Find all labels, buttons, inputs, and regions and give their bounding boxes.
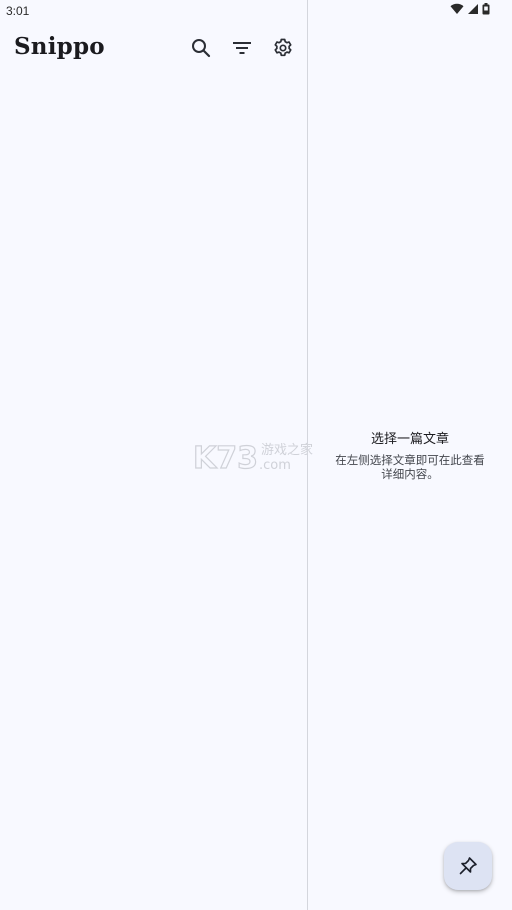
watermark-bottom-text: .com bbox=[259, 458, 291, 473]
signal-icon bbox=[468, 4, 478, 14]
watermark-logo: K73 游戏之家 .com bbox=[192, 440, 323, 476]
empty-state-title: 选择一篇文章 bbox=[370, 432, 449, 447]
gear-icon bbox=[274, 38, 292, 57]
pin-icon bbox=[459, 857, 477, 875]
watermark-k73-text: K73 bbox=[193, 441, 258, 474]
app-title: Snippo bbox=[14, 33, 105, 60]
battery-icon bbox=[482, 3, 490, 15]
filter-icon bbox=[233, 42, 251, 54]
search-icon bbox=[192, 39, 211, 58]
status-icons bbox=[450, 3, 490, 15]
wifi-icon bbox=[450, 3, 464, 15]
empty-state-description: 在左侧选择文章即可在此查看详细内容。 bbox=[335, 453, 485, 481]
pin-fab-button[interactable] bbox=[444, 842, 492, 890]
search-button[interactable] bbox=[187, 34, 215, 62]
filter-button[interactable] bbox=[228, 34, 256, 62]
watermark-top-text: 游戏之家 bbox=[261, 442, 313, 458]
detail-empty-state: 选择一篇文章 在左侧选择文章即可在此查看详细内容。 bbox=[308, 428, 512, 481]
app-screen: 3:01 Snippo K73 游戏之家 .com 选择一篇文章 在左侧选择文章… bbox=[0, 0, 512, 910]
settings-button[interactable] bbox=[269, 34, 297, 62]
